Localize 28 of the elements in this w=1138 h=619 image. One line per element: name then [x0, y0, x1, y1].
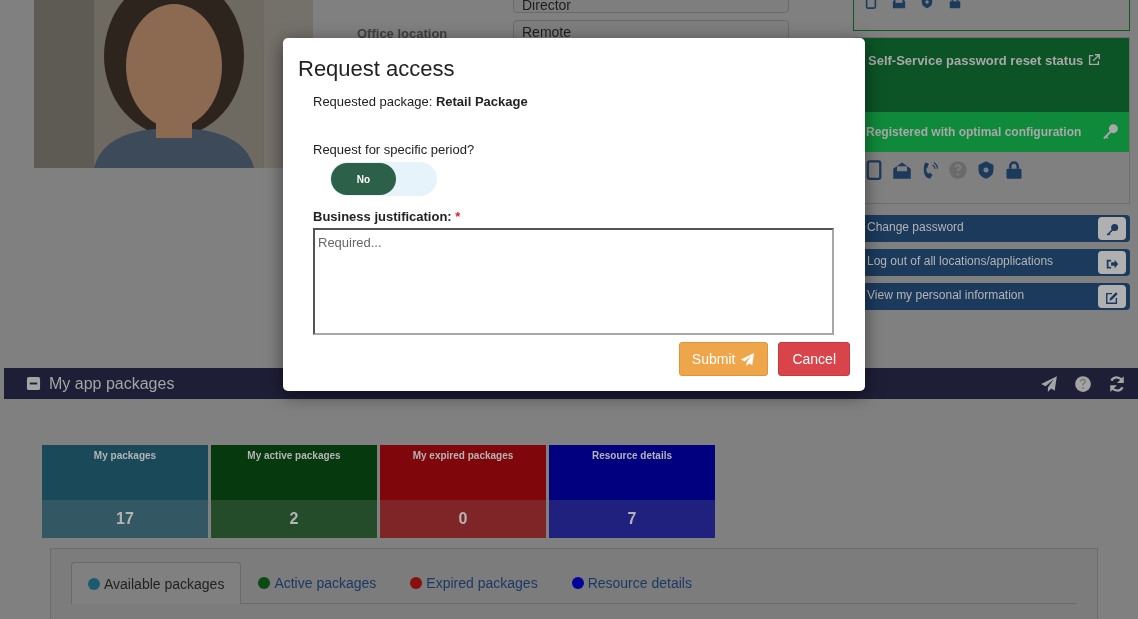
tab[interactable]: Resource details — [554, 562, 709, 603]
tile-count: 17 — [42, 500, 208, 538]
status-text: Registered with optimal configuration — [866, 125, 1082, 139]
tile-title: My expired packages — [411, 449, 515, 463]
field-label: Business justification: * — [313, 209, 462, 224]
summary-tile[interactable]: My expired packages 0 — [380, 445, 546, 538]
text-area[interactable]: Required... — [313, 228, 834, 335]
tab[interactable]: Active packages — [241, 562, 394, 603]
tile-count: 7 — [549, 500, 715, 538]
cancel-button[interactable]: Cancel — [778, 342, 850, 376]
status-title[interactable]: Self-Service password reset status — [868, 53, 1084, 68]
tile-count: 2 — [211, 500, 377, 538]
field-label: Office location — [356, 25, 449, 41]
text-field[interactable]: Director — [513, 0, 789, 13]
tab[interactable]: Expired packages — [393, 562, 555, 603]
tile-title: My packages — [92, 449, 158, 463]
summary-tile[interactable]: My active packages 2 — [211, 445, 377, 538]
toggle-switch[interactable]: No — [330, 162, 437, 196]
summary-tile[interactable]: Resource details 7 — [549, 445, 715, 538]
tile-title: My active packages — [246, 449, 342, 463]
tile-count: 0 — [380, 500, 546, 538]
package-text: Requested package: Retail Package — [313, 94, 529, 109]
tab[interactable]: Available packages — [71, 562, 242, 604]
dialog-title: Request access — [298, 56, 456, 82]
field-label: Request for specific period? — [313, 142, 476, 157]
section-title: My app packages — [49, 374, 176, 393]
summary-tile[interactable]: My packages 17 — [42, 445, 208, 538]
tile-title: Resource details — [590, 449, 673, 463]
